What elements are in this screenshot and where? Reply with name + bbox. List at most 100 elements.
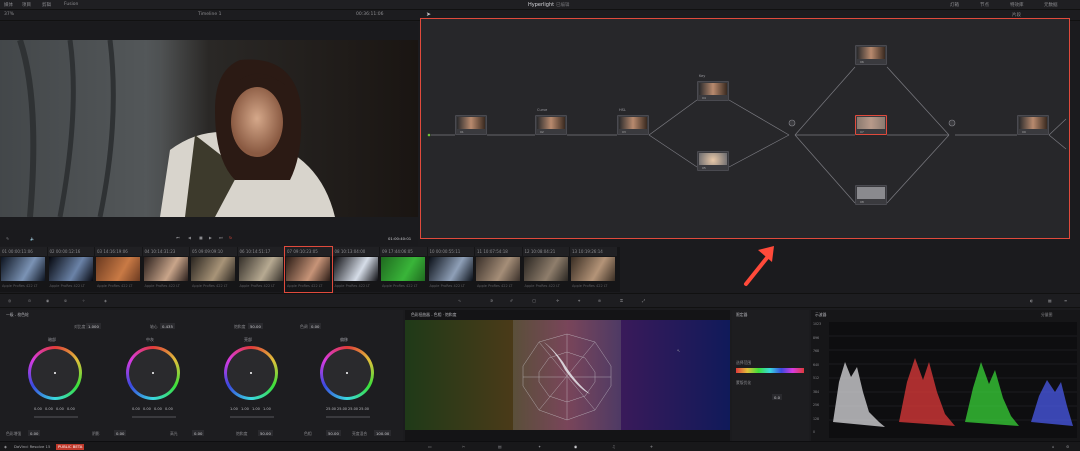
settings-icon[interactable]: ⚙ (1066, 444, 1069, 449)
node-03[interactable]: 03 (617, 115, 649, 135)
page-edit-icon[interactable]: ▤ (498, 444, 502, 449)
page-fairlight-icon[interactable]: ♫ (612, 444, 615, 449)
clip-thumbnail[interactable]: 13 10:19:26:14 Apple ProRes 422 LT (570, 247, 617, 292)
color-wheels-icon[interactable]: ◉ (46, 298, 49, 303)
wheel-value[interactable]: 1.00 (263, 407, 271, 411)
node-04[interactable]: 04 (697, 81, 729, 101)
edit-menu[interactable]: 剪辑 (42, 2, 51, 8)
step-back-icon[interactable]: ◀ (188, 235, 191, 240)
node-01[interactable]: 01 (455, 115, 487, 135)
wheel-value[interactable]: 0.00 (45, 407, 53, 411)
wheel-value[interactable]: 1.00 (252, 407, 260, 411)
hue-sat-warper-panel[interactable]: 色彩扭曲器 - 色相 · 饱和度 ↖ (405, 310, 730, 441)
project-menu[interactable]: 项目 (22, 2, 31, 8)
node-05[interactable]: 05 (697, 151, 729, 171)
bottom-param-field[interactable]: 0.00 (28, 430, 41, 436)
master-wheel-slider[interactable] (34, 416, 78, 418)
wheel-value[interactable]: 25.00 (337, 407, 347, 411)
clip-thumbnail[interactable]: 07 09:10:23:05 Apple ProRes 422 LT (284, 246, 333, 293)
clip-thumbnail[interactable]: 11 10:07:54:18 Apple ProRes 422 LT (475, 247, 522, 292)
wheel-value[interactable]: 25.00 (348, 407, 358, 411)
wheel-center-dot[interactable] (54, 372, 56, 374)
bottom-param-field[interactable]: 50.00 (326, 430, 341, 436)
clip-thumbnail[interactable]: 03 14:16:19:06 Apple ProRes 422 LT (95, 247, 142, 292)
bottom-param-field[interactable]: 0.00 (192, 430, 205, 436)
page-media-icon[interactable]: ▭ (428, 444, 432, 449)
clip-thumbnail[interactable]: 12 10:08:04:21 Apple ProRes 422 LT (522, 247, 569, 292)
page-color-icon[interactable]: ◉ (574, 444, 577, 449)
bottom-param-field[interactable]: 0.00 (114, 430, 127, 436)
node-06[interactable]: 06 (855, 45, 887, 65)
media-menu[interactable]: 媒体 (4, 2, 13, 8)
wheel-value[interactable]: 0.00 (132, 407, 140, 411)
clip-thumbnail[interactable]: 02 00:00:12:16 Apple ProRes 422 LT (47, 247, 94, 292)
wheel-value[interactable]: 0.00 (143, 407, 151, 411)
fx-library-button[interactable]: 特效库 (1010, 2, 1024, 8)
timeline-selector[interactable]: Timeline 1 (198, 12, 221, 17)
hdr-icon[interactable]: ◈ (104, 298, 107, 303)
master-wheel-slider[interactable] (230, 416, 274, 418)
color-match-icon[interactable]: ⊙ (28, 298, 31, 303)
metadata-button[interactable]: 元数据 (1044, 2, 1058, 8)
key-icon[interactable]: ⚿ (620, 298, 623, 303)
sat-field[interactable]: 50.00 (248, 323, 263, 329)
skip-back-icon[interactable]: ⏮ (176, 235, 179, 240)
wheel-value[interactable]: 1.00 (230, 407, 238, 411)
bottom-param-field[interactable]: 100.00 (374, 430, 392, 436)
loop-icon[interactable]: ↻ (229, 235, 232, 240)
zoom-level[interactable]: 37% (4, 12, 14, 17)
page-deliver-icon[interactable]: ✈ (650, 444, 653, 449)
volume-icon[interactable]: 🔈 (30, 236, 35, 241)
pivot-field[interactable]: 0.435 (160, 323, 175, 329)
qualifier-icon[interactable]: ✐ (510, 298, 513, 303)
pointer-icon[interactable]: ➤ (426, 11, 431, 18)
page-fusion-icon[interactable]: ✦ (538, 444, 541, 449)
page-cut-icon[interactable]: ✂ (462, 444, 465, 449)
curves-icon[interactable]: ∿ (458, 298, 461, 303)
motion-effects-icon[interactable]: ✧ (82, 298, 85, 303)
master-wheel-slider[interactable] (326, 416, 370, 418)
node-08[interactable]: 08 (855, 185, 887, 205)
scopes-icon[interactable]: ▦ (1048, 298, 1052, 303)
wheel-center-dot[interactable] (250, 372, 252, 374)
node-editor[interactable]: 01 Curve 02 HSL 03 Key 04 05 06 07 08 09 (420, 18, 1070, 239)
wheel-value[interactable]: 0.00 (165, 407, 173, 411)
pick-icon[interactable]: ✎ (6, 236, 9, 241)
tracker-icon[interactable]: ✛ (556, 298, 559, 303)
nodes-button[interactable]: 节点 (980, 2, 989, 8)
home-icon[interactable]: ⌂ (1052, 444, 1054, 449)
clip-thumbnail[interactable]: 10 00:00:55:11 Apple ProRes 422 LT (427, 247, 474, 292)
stop-icon[interactable]: ■ (199, 235, 203, 240)
wheel-value[interactable]: 25.00 (359, 407, 369, 411)
video-viewer[interactable] (0, 40, 418, 217)
wheel-value[interactable]: 0.00 (67, 407, 75, 411)
wheel-center-dot[interactable] (346, 372, 348, 374)
bottom-param-field[interactable]: 50.00 (258, 430, 273, 436)
master-wheel-slider[interactable] (132, 416, 176, 418)
window-icon[interactable]: ◯ (532, 298, 536, 303)
hue-bar[interactable] (736, 368, 804, 373)
play-icon[interactable]: ▶ (209, 235, 212, 240)
node-07-selected[interactable]: 07 (855, 115, 887, 135)
warper-icon[interactable]: ✲ (490, 298, 493, 303)
camera-raw-icon[interactable]: ◎ (8, 298, 11, 303)
wheel-value[interactable]: 0.00 (34, 407, 42, 411)
clip-thumbnail[interactable]: 09 17:44:06:05 Apple ProRes 422 LT (380, 247, 427, 292)
magic-mask-icon[interactable]: ⌖ (578, 298, 580, 303)
clip-thumbnail[interactable]: 08 10:13:04:00 Apple ProRes 422 LT (332, 247, 379, 292)
skip-forward-icon[interactable]: ⏭ (219, 235, 222, 240)
wheel-value[interactable]: 0.00 (56, 407, 64, 411)
node-02[interactable]: 02 (535, 115, 567, 135)
clip-thumbnail[interactable]: 06 10:14:51:17 Apple ProRes 422 LT (237, 247, 284, 292)
sizing-icon[interactable]: ⤢ (642, 298, 645, 303)
wheel-value[interactable]: 1.00 (241, 407, 249, 411)
clip-thumbnail[interactable]: 05 09:09:09:10 Apple ProRes 422 LT (190, 247, 237, 292)
view-icon[interactable]: ◐ (1030, 298, 1033, 303)
wheel-value[interactable]: 0.00 (154, 407, 162, 411)
blur-icon[interactable]: ⊛ (598, 298, 601, 303)
qualifier-field[interactable]: 0.0 (772, 394, 783, 400)
wheel-center-dot[interactable] (152, 372, 154, 374)
fusion-menu[interactable]: Fusion (64, 2, 78, 7)
tint-field[interactable]: 0.00 (309, 323, 322, 329)
rgb-mixer-icon[interactable]: ⊚ (64, 298, 67, 303)
